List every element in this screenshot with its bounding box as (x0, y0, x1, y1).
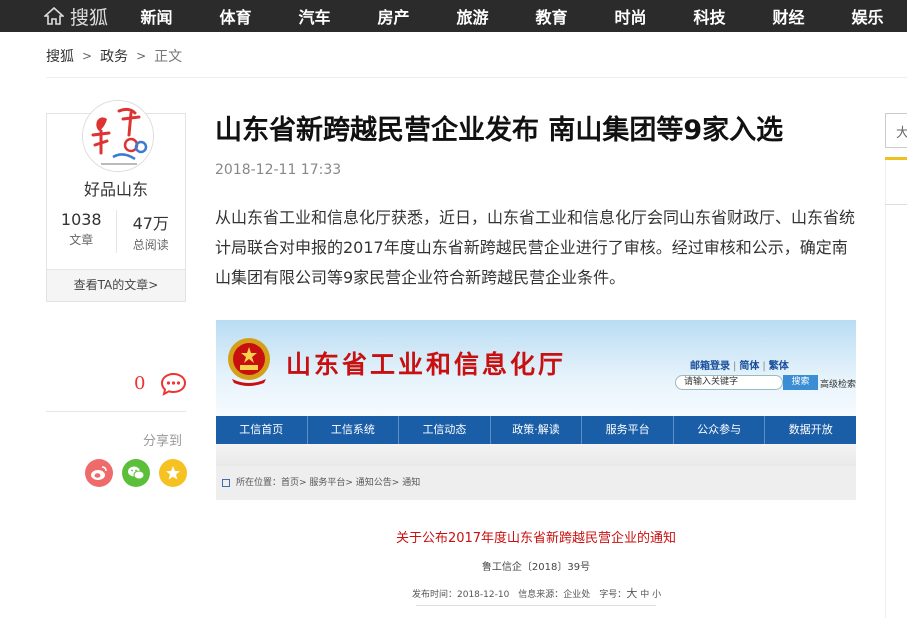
nav-sports[interactable]: 体育 (196, 4, 275, 28)
nav-education[interactable]: 教育 (512, 4, 591, 28)
font-size-small: 小 (652, 590, 662, 600)
breadcrumb-current: 正文 (154, 49, 183, 65)
share-weibo-button[interactable] (85, 459, 113, 487)
embed-search-box: 请输入关键字 (675, 375, 783, 390)
nav-finance[interactable]: 财经 (749, 4, 828, 28)
author-card: 好品山东 1038 文章 47万 总阅读 查看TA的文章> (46, 100, 186, 302)
embed-breadcrumb: 所在位置：首页> 服务平台> 通知公告> 通知 (216, 466, 856, 500)
embed-link-simplified: 简体 (739, 361, 760, 372)
embed-nav: 工信首页 工信系统 工信动态 政策·解读 服务平台 公众参与 数据开放 (216, 416, 856, 444)
embed-strip (216, 444, 856, 466)
font-size-medium: 中 (640, 590, 650, 600)
font-size-large: 大 (626, 587, 638, 600)
embed-nav-item: 工信动态 (399, 416, 491, 444)
breadcrumb-home[interactable]: 搜狐 (46, 46, 74, 66)
article-image: 山东省工业和信息化厅 邮箱登录 | 简体 | 繁体 请输入关键字 搜索 高级检索 工信首… (216, 320, 856, 618)
nav-entertainment[interactable]: 娱乐 (828, 4, 907, 28)
right-search-box[interactable]: 大 (885, 113, 907, 148)
right-divider (885, 204, 907, 205)
embed-nav-item: 工信首页 (216, 416, 308, 444)
sohu-logo[interactable]: 搜狐 (0, 3, 113, 30)
embed-top-links: 邮箱登录 | 简体 | 繁体 (690, 361, 789, 372)
share-qzone-button[interactable] (159, 459, 187, 487)
embed-advanced-search: 高级检索 (820, 380, 856, 390)
breadcrumb-divider (46, 77, 907, 78)
qzone-star-icon (166, 466, 180, 480)
nav-fashion[interactable]: 时尚 (591, 4, 670, 28)
notice-meta: 发布时间：2018-12-10 信息来源：企业处 字号：大 中 小 (412, 585, 661, 601)
national-emblem-icon (228, 338, 270, 386)
nav-auto[interactable]: 汽车 (275, 4, 354, 28)
right-accent-line (885, 157, 907, 160)
article-timestamp: 2018-12-11 17:33 (215, 162, 342, 178)
nav-travel[interactable]: 旅游 (433, 4, 512, 28)
share-label: 分享到 (143, 434, 183, 449)
embed-link-traditional: 繁体 (768, 361, 789, 372)
right-column-border (885, 160, 886, 618)
reads-label: 总阅读 (132, 238, 169, 252)
reads-count: 47万 (132, 214, 169, 233)
embed-nav-item: 公众参与 (674, 416, 766, 444)
articles-count: 1038 (60, 210, 102, 229)
embed-crumb-text: 所在位置：首页> 服务平台> 通知公告> 通知 (236, 478, 421, 488)
articles-label: 文章 (69, 233, 94, 247)
nav-tech[interactable]: 科技 (670, 4, 749, 28)
breadcrumb: 搜狐 > 政务 > 正文 (46, 46, 182, 66)
channel-nav: 新闻 体育 汽车 房产 旅游 教育 时尚 科技 财经 娱乐 (117, 4, 907, 28)
stat-articles: 1038 文章 (47, 210, 116, 253)
share-wechat-button[interactable] (122, 459, 150, 487)
embed-crumb-box-icon (222, 479, 230, 487)
embed-nav-item: 工信系统 (308, 416, 400, 444)
share-divider (46, 411, 186, 412)
author-name[interactable]: 好品山东 (47, 176, 185, 200)
weibo-icon (91, 466, 107, 480)
wechat-icon (128, 466, 145, 480)
notice-divider (416, 605, 656, 606)
breadcrumb-government[interactable]: 政务 (100, 46, 128, 66)
embed-search-button: 搜索 (783, 375, 818, 390)
article-title: 山东省新跨越民营企业发布 南山集团等9家入选 (215, 115, 784, 146)
view-author-articles-link[interactable]: 查看TA的文章> (47, 269, 185, 301)
author-avatar[interactable] (82, 100, 154, 172)
logo-text: 搜狐 (70, 6, 109, 29)
nav-news[interactable]: 新闻 (117, 4, 196, 28)
notice-title: 关于公布2017年度山东省新跨越民营企业的通知 (395, 531, 677, 546)
embed-header: 山东省工业和信息化厅 邮箱登录 | 简体 | 繁体 请输入关键字 搜索 高级检索 (216, 320, 856, 416)
comment-bubble-icon[interactable] (160, 372, 187, 396)
ministry-name: 山东省工业和信息化厅 (286, 350, 567, 379)
breadcrumb-separator: > (82, 49, 93, 63)
notice-doc-number: 鲁工信企〔2018〕39号 (481, 562, 591, 573)
embed-link-email: 邮箱登录 (690, 361, 730, 372)
avatar-logo-icon (83, 101, 153, 171)
embed-nav-item: 服务平台 (582, 416, 674, 444)
embed-nav-item: 政策·解读 (491, 416, 583, 444)
comment-count[interactable]: 0 (134, 373, 145, 394)
article-paragraph: 从山东省工业和信息化厅获悉，近日，山东省工业和信息化厅会同山东省财政厅、山东省统… (215, 208, 856, 287)
nav-house[interactable]: 房产 (354, 4, 433, 28)
stat-reads: 47万 总阅读 (115, 210, 186, 253)
notice-meta-text: 发布时间：2018-12-10 信息来源：企业处 字号： (412, 590, 627, 600)
breadcrumb-separator: > (136, 49, 147, 63)
top-navigation-bar: 搜狐 新闻 体育 汽车 房产 旅游 教育 时尚 科技 财经 娱乐 (0, 0, 907, 32)
embed-nav-item: 数据开放 (788, 423, 833, 436)
author-stats: 1038 文章 47万 总阅读 (47, 210, 185, 253)
home-icon (44, 7, 64, 25)
